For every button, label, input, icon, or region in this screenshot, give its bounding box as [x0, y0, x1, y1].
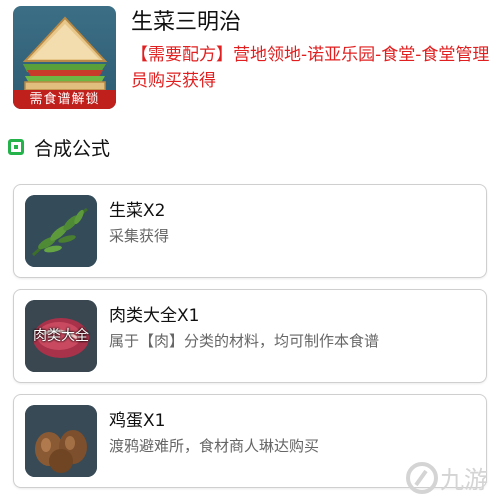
watermark-text: 九游: [440, 466, 488, 494]
9game-logo-icon: 九游: [406, 462, 488, 494]
lettuce-image: [25, 195, 97, 267]
eggs-image: [25, 405, 97, 477]
meat-overlay-label: 肉类大全: [33, 328, 89, 344]
item-image: 需食谱解锁: [13, 6, 116, 109]
section-title: 合成公式: [34, 138, 111, 160]
ingredient-source: 属于【肉】分类的材料，均可制作本食谱: [109, 332, 380, 350]
ingredient-source: 渡鸦避难所，食材商人琳达购买: [109, 437, 320, 455]
ingredient-source: 采集获得: [109, 227, 170, 245]
section-square-icon: [8, 139, 24, 155]
item-header: 需食谱解锁 生菜三明治 【需要配方】营地领地-诺亚乐园-食堂-食堂管理员购买获得: [0, 0, 500, 110]
lettuce-icon: [25, 195, 97, 267]
recipe-note: 【需要配方】营地领地-诺亚乐园-食堂-食堂管理员购买获得: [131, 45, 490, 91]
meat-image: 肉类大全: [25, 300, 97, 372]
ingredient-name: 肉类大全X1: [109, 306, 200, 326]
recipe-lock-badge: 需食谱解锁: [13, 90, 116, 109]
ingredient-card-meat[interactable]: 肉类大全 肉类大全X1 属于【肉】分类的材料，均可制作本食谱: [13, 289, 487, 383]
item-title: 生菜三明治: [131, 10, 242, 35]
ingredient-card-lettuce[interactable]: 生菜X2 采集获得: [13, 184, 487, 278]
ingredient-name: 鸡蛋X1: [109, 411, 166, 431]
9game-watermark: 九游: [404, 459, 496, 497]
eggs-icon: [25, 405, 97, 477]
ingredient-name: 生菜X2: [109, 201, 166, 221]
